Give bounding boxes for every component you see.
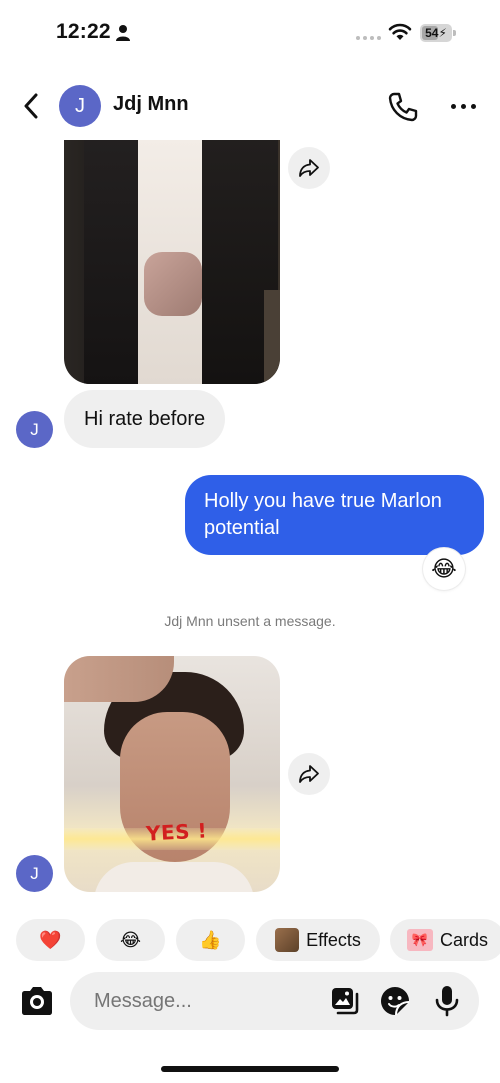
share-button[interactable] [288,753,330,795]
call-button[interactable] [386,90,420,124]
message-reaction[interactable]: 😂 [423,548,465,590]
photo-overlay-text: YES ! [145,818,208,846]
laugh-emoji-icon: 😂 [119,929,142,950]
phone-icon [388,92,418,122]
sticker-button[interactable] [380,986,410,1016]
effects-thumbnail-icon [275,928,300,952]
home-indicator[interactable] [161,1066,339,1072]
battery-level: 54 [425,26,439,40]
wifi-icon [388,23,412,40]
message-input-container [70,972,479,1030]
cards-thumbnail-icon: 🎀 [406,929,433,951]
outgoing-text-message[interactable]: Holly you have true Marlon potential [185,475,484,555]
system-notice: Jdj Mnn unsent a message. [0,613,500,629]
message-thread[interactable]: J Hi rate before Holly you have true Mar… [0,140,500,910]
incoming-text-message[interactable]: Hi rate before [64,390,226,448]
share-arrow-icon [299,765,319,783]
sender-avatar[interactable]: J [16,855,53,892]
message-text: Holly you have true Marlon potential [204,490,442,539]
effects-button[interactable]: Effects [256,919,380,961]
cards-button[interactable]: 🎀 Cards [390,919,500,961]
laugh-reaction-button[interactable]: 😂 [96,919,165,961]
incoming-photo-message[interactable] [64,140,280,384]
incoming-photo-message[interactable]: YES ! [64,656,280,892]
more-dots-icon [450,103,456,109]
chat-header: J Jdj Mnn [0,80,500,132]
effects-label: Effects [306,929,361,950]
contact-name[interactable]: Jdj Mnn [113,93,189,116]
sticker-icon [381,987,410,1016]
person-icon [116,25,130,41]
gallery-icon [332,988,359,1015]
gallery-button[interactable] [330,986,360,1016]
heart-reaction-button[interactable]: ❤️ [16,919,85,961]
camera-icon [22,987,52,1015]
back-chevron-icon [24,93,38,119]
microphone-button[interactable] [432,985,462,1017]
sender-avatar[interactable]: J [16,411,53,448]
thumbs-up-reaction-button[interactable]: 👍 [176,919,245,961]
unsent-notice-text: Jdj Mnn unsent a message. [164,613,336,629]
status-time: 12:22 [56,20,111,43]
signal-dots-icon [356,36,381,40]
share-arrow-icon [299,159,319,177]
thumbs-up-icon: 👍 [199,929,222,950]
more-options-button[interactable] [446,92,480,120]
laugh-reaction-emoji: 😂 [431,556,457,581]
quick-reactions-bar: ❤️ 😂 👍 Effects 🎀 Cards [16,919,500,961]
sender-avatar-initial: J [30,419,39,439]
contact-avatar-initial: J [75,94,85,117]
share-button[interactable] [288,147,330,189]
heart-icon: ❤️ [39,929,62,950]
message-text: Hi rate before [84,408,206,430]
message-composer [0,972,500,1032]
battery-icon: 54⚡ [420,24,456,42]
cards-label: Cards [439,929,488,950]
contact-avatar[interactable]: J [59,85,101,127]
message-input[interactable] [94,972,314,1030]
status-bar: 12:22 54⚡ [0,0,500,66]
camera-button[interactable] [18,984,56,1020]
sender-avatar-initial: J [30,863,39,883]
microphone-icon [435,986,459,1017]
back-button[interactable] [16,90,46,122]
